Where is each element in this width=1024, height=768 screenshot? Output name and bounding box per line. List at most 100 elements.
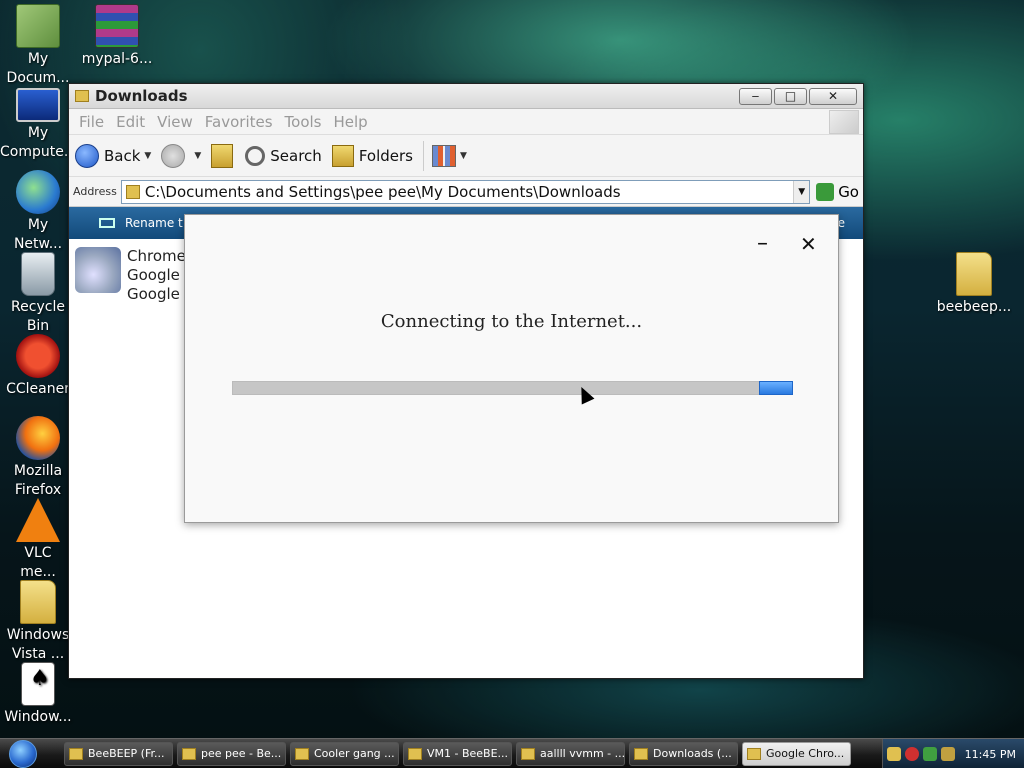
desktop-icon-ccleaner[interactable]: CCleaner bbox=[0, 334, 76, 399]
back-label: Back bbox=[104, 146, 141, 165]
address-value[interactable]: C:\Documents and Settings\pee pee\My Doc… bbox=[145, 183, 793, 201]
address-label: Address bbox=[73, 185, 117, 198]
taskbar-button[interactable]: Cooler gang ... bbox=[290, 741, 399, 766]
desktop-icon-label: My Docum... bbox=[6, 51, 70, 86]
menu-tools[interactable]: Tools bbox=[279, 113, 328, 131]
status-message: Connecting to the Internet... bbox=[380, 311, 643, 332]
desktop-icon-mypal[interactable]: mypal-6... bbox=[79, 4, 155, 69]
taskbar-button[interactable]: pee pee - Be... bbox=[177, 741, 286, 766]
desktop-icon-my-network[interactable]: My Netw... bbox=[0, 170, 76, 254]
close-button[interactable]: ✕ bbox=[809, 87, 857, 105]
forward-button[interactable]: ▼ bbox=[161, 143, 201, 168]
go-label: Go bbox=[838, 182, 859, 201]
windows-logo-icon bbox=[829, 110, 859, 134]
desktop-icon-windows-vista[interactable]: Windows Vista ... bbox=[0, 580, 76, 664]
ccleaner-icon bbox=[16, 334, 60, 378]
tray-wand-icon[interactable] bbox=[940, 747, 955, 761]
tray-shield-icon[interactable] bbox=[904, 747, 919, 761]
menu-help[interactable]: Help bbox=[328, 113, 374, 131]
vlc-cone-icon bbox=[16, 498, 60, 542]
chevron-down-icon: ▼ bbox=[459, 150, 467, 161]
desktop-icon-label: Recycle Bin bbox=[11, 299, 65, 334]
desktop-icon-my-computer[interactable]: My Compute... bbox=[0, 88, 76, 162]
window-titlebar[interactable]: Downloads ‒ □ ✕ bbox=[69, 84, 863, 109]
maximize-button[interactable]: □ bbox=[774, 87, 807, 105]
taskbar-button[interactable]: Downloads (... bbox=[629, 741, 738, 766]
search-icon bbox=[245, 145, 266, 166]
views-icon bbox=[431, 144, 456, 167]
folders-icon bbox=[331, 144, 354, 167]
taskbar-button-label: Downloads (... bbox=[653, 747, 732, 760]
menu-edit[interactable]: Edit bbox=[110, 113, 151, 131]
installer-dialog: – ✕ Connecting to the Internet... bbox=[184, 214, 839, 523]
desktop-icon-beebeep[interactable]: beebeep... bbox=[936, 252, 1012, 317]
back-arrow-icon bbox=[75, 143, 99, 168]
go-button[interactable]: Go bbox=[816, 182, 859, 201]
folder-icon bbox=[20, 580, 56, 624]
app-icon bbox=[408, 747, 422, 760]
menu-bar: File Edit View Favorites Tools Help bbox=[69, 109, 863, 135]
back-button[interactable]: Back ▼ bbox=[75, 143, 151, 168]
app-icon bbox=[182, 747, 196, 760]
folder-up-icon[interactable] bbox=[211, 143, 234, 168]
desktop-icon-solitaire[interactable]: Window... bbox=[0, 662, 76, 727]
windows-orb-icon bbox=[9, 739, 37, 768]
menu-favorites[interactable]: Favorites bbox=[199, 113, 279, 131]
desktop-icon-label: CCleaner bbox=[6, 381, 70, 397]
folder-icon bbox=[75, 90, 89, 102]
minimize-button[interactable]: – bbox=[757, 233, 768, 255]
desktop-icon-label: beebeep... bbox=[936, 299, 1012, 315]
desktop-icon-label: My Netw... bbox=[13, 217, 63, 252]
chevron-down-icon[interactable]: ▼ bbox=[793, 180, 810, 203]
chevron-down-icon[interactable]: ▼ bbox=[194, 151, 201, 161]
computer-icon bbox=[16, 88, 60, 122]
chevron-down-icon[interactable]: ▼ bbox=[144, 151, 151, 161]
taskbar-button[interactable]: aallll vvmm - ... bbox=[516, 741, 625, 766]
app-icon bbox=[295, 747, 309, 760]
desktop-icon-label: My Compute... bbox=[0, 125, 76, 160]
minimize-button[interactable]: ‒ bbox=[739, 87, 772, 105]
desktop-icon-label: Mozilla Firefox bbox=[13, 463, 63, 498]
address-field[interactable]: C:\Documents and Settings\pee pee\My Doc… bbox=[120, 179, 811, 204]
taskbar-button-label: Cooler gang ... bbox=[314, 747, 395, 760]
tray-network-icon[interactable] bbox=[922, 747, 937, 761]
taskbar: BeeBEEP (Fr... pee pee - Be... Cooler ga… bbox=[0, 738, 1024, 768]
go-arrow-icon bbox=[816, 182, 835, 201]
search-button[interactable]: Search bbox=[245, 145, 322, 166]
taskbar-button-active[interactable]: Google Chro... bbox=[742, 741, 851, 766]
rename-task-link[interactable]: Rename t bbox=[125, 216, 183, 230]
forward-arrow-icon bbox=[161, 143, 186, 168]
menu-file[interactable]: File bbox=[73, 113, 110, 131]
folders-button[interactable]: Folders bbox=[331, 144, 413, 167]
tray-folder-icon[interactable] bbox=[886, 747, 901, 761]
close-button[interactable]: ✕ bbox=[800, 233, 817, 255]
archive-icon bbox=[95, 4, 139, 48]
views-button[interactable]: ▼ bbox=[431, 144, 467, 167]
documents-icon bbox=[16, 4, 60, 48]
list-item[interactable]: Chrome Google U Google I bbox=[75, 247, 196, 304]
desktop-icon-label: VLC me... bbox=[20, 545, 56, 580]
desktop-icon-vlc[interactable]: VLC me... bbox=[0, 498, 76, 582]
taskbar-button-label: Google Chro... bbox=[766, 747, 845, 760]
taskbar-button-label: VM1 - BeeBE... bbox=[427, 747, 509, 760]
clock[interactable]: 11:45 PM bbox=[965, 748, 1016, 761]
rename-icon bbox=[99, 218, 115, 228]
menu-view[interactable]: View bbox=[151, 113, 199, 131]
toolbar: Back ▼ ▼ Search Folders ▼ bbox=[69, 135, 863, 177]
start-button[interactable] bbox=[0, 739, 46, 768]
taskbar-button-label: pee pee - Be... bbox=[201, 747, 282, 760]
recycle-bin-icon bbox=[21, 252, 55, 296]
window-title: Downloads bbox=[95, 87, 188, 105]
taskbar-button-label: BeeBEEP (Fr... bbox=[88, 747, 165, 760]
taskbar-button[interactable]: BeeBEEP (Fr... bbox=[64, 741, 173, 766]
address-bar: Address C:\Documents and Settings\pee pe… bbox=[69, 177, 863, 207]
search-label: Search bbox=[270, 146, 322, 165]
desktop-icon-firefox[interactable]: Mozilla Firefox bbox=[0, 416, 76, 500]
taskbar-button[interactable]: VM1 - BeeBE... bbox=[403, 741, 512, 766]
desktop-icon-label: Windows Vista ... bbox=[6, 627, 70, 662]
system-tray: 11:45 PM bbox=[881, 739, 1024, 768]
folder-icon bbox=[125, 184, 140, 199]
desktop-icon-recycle-bin[interactable]: Recycle Bin bbox=[0, 252, 76, 336]
app-icon bbox=[747, 747, 761, 760]
desktop-icon-my-documents[interactable]: My Docum... bbox=[0, 4, 76, 88]
